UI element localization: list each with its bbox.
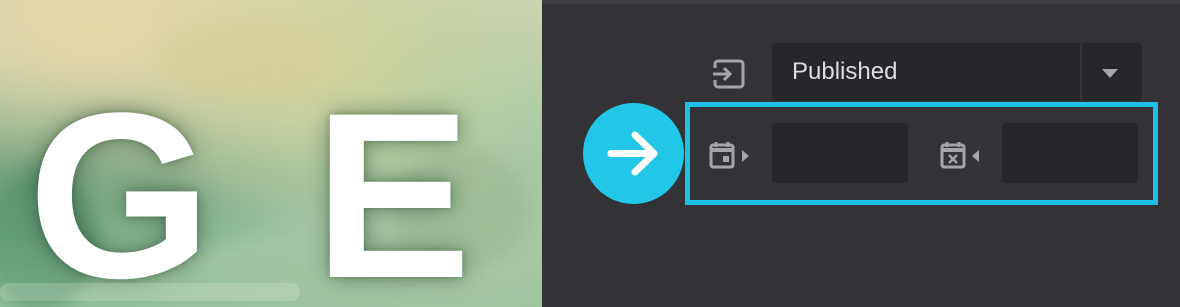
calendar-end-icon: [940, 140, 984, 172]
status-exit-icon: [712, 58, 746, 90]
status-select[interactable]: Published: [772, 43, 1142, 101]
status-select-value: Published: [792, 58, 898, 85]
preview-scrollbar[interactable]: [0, 283, 300, 301]
chevron-down-icon[interactable]: [1102, 69, 1118, 78]
preview-letter-e: E: [314, 64, 472, 307]
preview-letter-g: G: [28, 64, 212, 307]
arrow-right-callout: [583, 103, 684, 204]
app-root: G E Published: [0, 0, 1180, 307]
status-select-divider: [1080, 43, 1082, 101]
preview-letters: G E: [0, 0, 542, 307]
calendar-start-icon: [709, 140, 753, 172]
preview-image: G E: [0, 0, 542, 307]
start-date-input[interactable]: [772, 123, 908, 183]
arrow-right-icon: [607, 131, 658, 176]
end-date-input[interactable]: [1002, 123, 1138, 183]
